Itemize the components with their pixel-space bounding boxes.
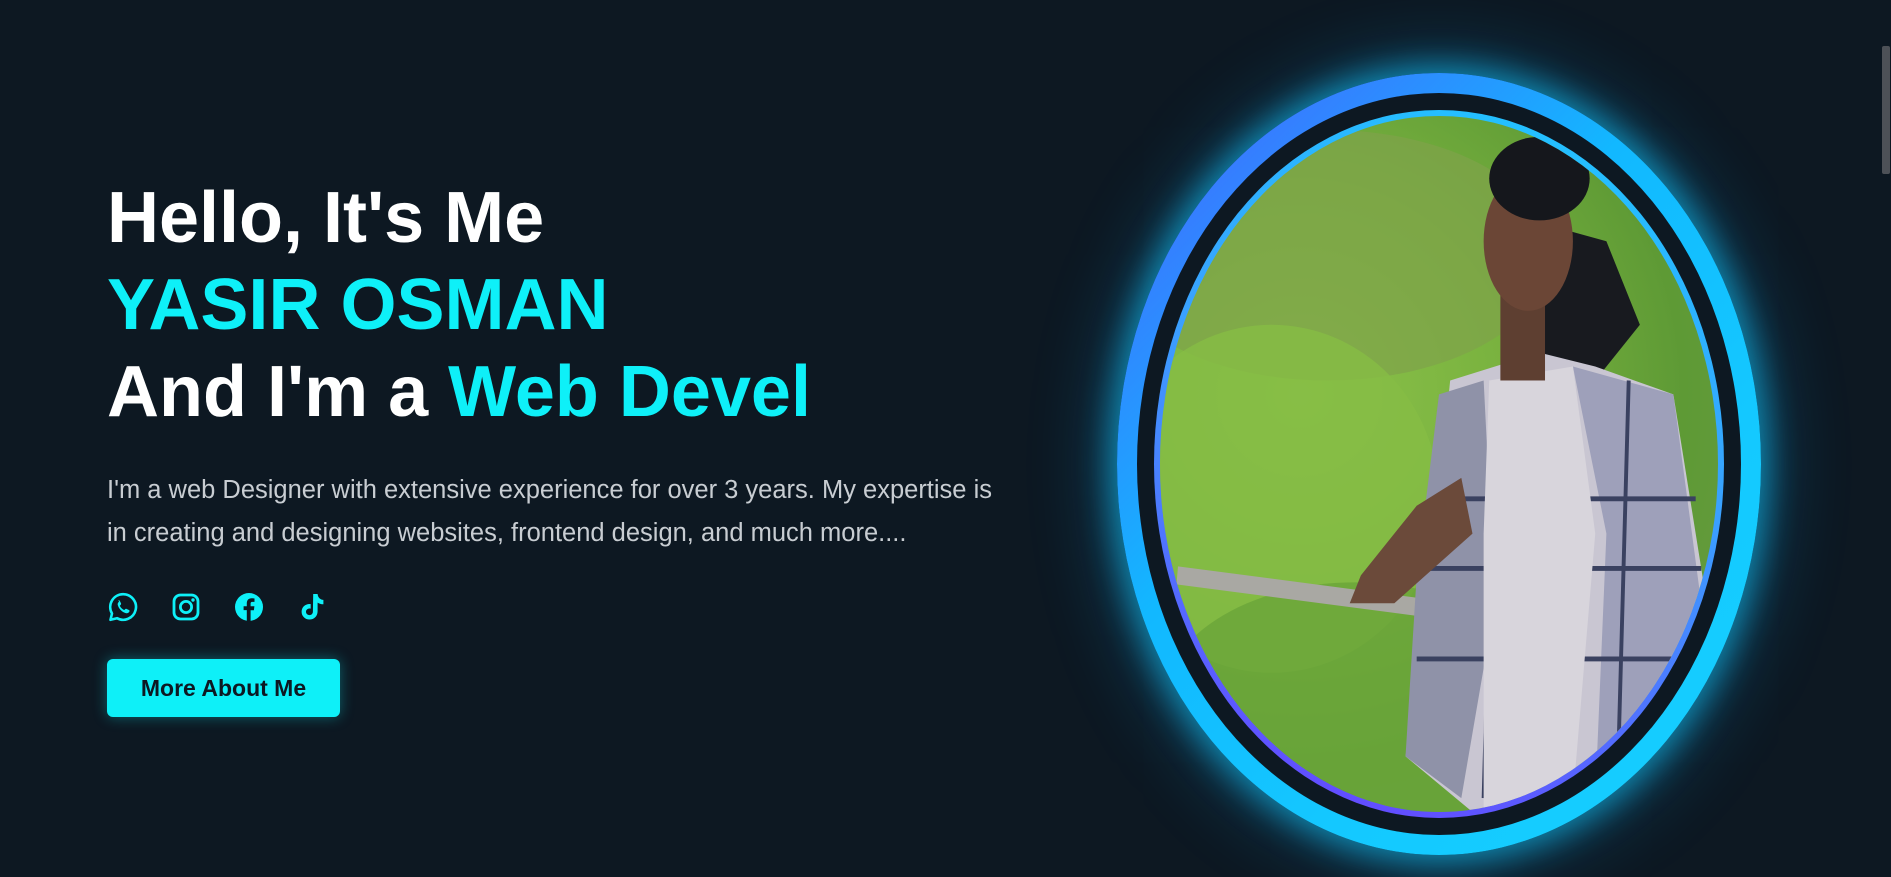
more-about-me-button[interactable]: More About Me <box>107 659 340 717</box>
social-links <box>107 589 1027 625</box>
instagram-link[interactable] <box>170 589 202 625</box>
hero-section: Hello, It's Me YASIR OSMAN And I'm a Web… <box>107 175 1027 717</box>
facebook-link[interactable] <box>233 589 265 625</box>
hero-role-line: And I'm a Web Devel <box>107 349 1027 436</box>
portrait-inner-ring <box>1154 110 1724 818</box>
whatsapp-link[interactable] <box>107 589 139 625</box>
whatsapp-icon <box>108 592 138 622</box>
facebook-icon <box>235 593 263 621</box>
hero-greeting: Hello, It's Me <box>107 178 545 258</box>
home-page: Hello, It's Me YASIR OSMAN And I'm a Web… <box>0 0 1891 877</box>
scrollbar-thumb[interactable] <box>1882 46 1890 174</box>
page-scrollbar[interactable] <box>1881 0 1891 877</box>
hero-role-typed: Web Devel <box>448 352 811 432</box>
hero-name: YASIR OSMAN <box>107 265 609 345</box>
hero-bio: I'm a web Designer with extensive experi… <box>107 476 992 547</box>
hero-role-prefix: And I'm a <box>107 352 449 432</box>
instagram-icon <box>172 593 200 621</box>
profile-photo-illustration <box>1160 129 1707 812</box>
profile-photo <box>1160 116 1718 812</box>
profile-portrait-frame <box>1117 73 1761 855</box>
tiktok-link[interactable] <box>296 589 328 625</box>
tiktok-icon <box>301 594 324 620</box>
